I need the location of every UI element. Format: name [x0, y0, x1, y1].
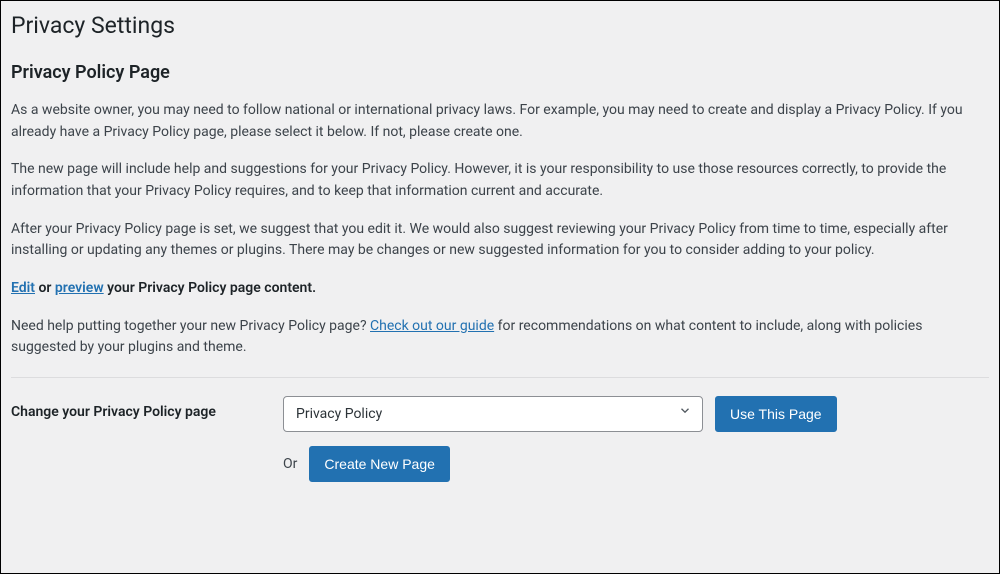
- privacy-page-select[interactable]: Privacy Policy: [283, 396, 703, 432]
- change-policy-label: Change your Privacy Policy page: [11, 404, 216, 420]
- description-content: As a website owner, you may need to foll…: [11, 100, 989, 359]
- chevron-down-icon: [678, 404, 692, 425]
- create-line: Or Create New Page: [283, 446, 989, 482]
- select-value: Privacy Policy: [296, 404, 382, 425]
- edit-rest-text: your Privacy Policy page content.: [104, 280, 316, 296]
- edit-preview-line: Edit or preview your Privacy Policy page…: [11, 278, 989, 300]
- intro-paragraph-1: As a website owner, you may need to foll…: [11, 100, 989, 143]
- use-this-page-button[interactable]: Use This Page: [715, 396, 837, 432]
- section-title: Privacy Policy Page: [11, 59, 989, 86]
- edit-link[interactable]: Edit: [11, 280, 35, 296]
- intro-paragraph-3: After your Privacy Policy page is set, w…: [11, 219, 989, 262]
- or-text: Or: [283, 454, 297, 475]
- guide-prefix: Need help putting together your new Priv…: [11, 318, 370, 334]
- select-line: Privacy Policy Use This Page: [283, 396, 989, 432]
- privacy-settings-panel: Privacy Settings Privacy Policy Page As …: [0, 0, 1000, 574]
- page-title: Privacy Settings: [11, 11, 989, 41]
- intro-paragraph-2: The new page will include help and sugge…: [11, 159, 989, 202]
- edit-or-text: or: [35, 280, 55, 296]
- section-divider: [11, 377, 989, 378]
- preview-link[interactable]: preview: [55, 280, 104, 296]
- change-policy-row: Change your Privacy Policy page Privacy …: [11, 396, 989, 482]
- create-new-page-button[interactable]: Create New Page: [309, 446, 450, 482]
- guide-link[interactable]: Check out our guide: [370, 318, 494, 334]
- form-label-column: Change your Privacy Policy page: [11, 396, 283, 423]
- guide-line: Need help putting together your new Priv…: [11, 316, 989, 359]
- form-control-column: Privacy Policy Use This Page Or Create N…: [283, 396, 989, 482]
